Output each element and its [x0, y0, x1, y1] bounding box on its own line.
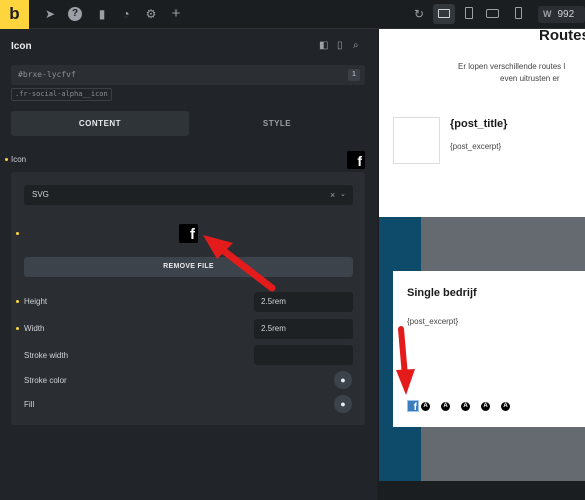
- width-value: 992: [557, 9, 575, 20]
- post-title[interactable]: {post_title}: [450, 118, 507, 130]
- social-facebook-icon[interactable]: f: [407, 400, 419, 413]
- modified-dot: [16, 300, 19, 303]
- tablet-icon[interactable]: [465, 7, 473, 19]
- width-label: W: [543, 9, 552, 19]
- pages-icon[interactable]: ▮: [95, 7, 109, 21]
- width-input[interactable]: W 992: [538, 6, 585, 23]
- fill-color-picker[interactable]: ●: [334, 395, 352, 413]
- modified-dot: [5, 158, 8, 161]
- panel-title: Icon: [11, 41, 32, 52]
- top-toolbar: b ➤ ? ▮ ◔ ⚙ + ↻ W 992: [0, 0, 585, 29]
- modified-dot: [16, 327, 19, 330]
- droplet-icon: ●: [340, 399, 346, 409]
- help-icon[interactable]: ?: [68, 7, 82, 21]
- droplet-icon: ●: [340, 375, 346, 385]
- id-count-badge: 1: [348, 69, 360, 81]
- mobile-icon[interactable]: [515, 7, 522, 19]
- facebook-svg-preview[interactable]: f: [179, 224, 198, 243]
- stroke-width-label: Stroke width: [24, 351, 69, 360]
- search-icon[interactable]: ⌕: [353, 40, 359, 51]
- landscape-icon[interactable]: [486, 9, 499, 18]
- tab-style[interactable]: STYLE: [189, 111, 365, 136]
- icon-control-label: Icon: [11, 155, 27, 164]
- desc-line-1: Er lopen verschillende routes l: [458, 62, 566, 71]
- remove-file-button[interactable]: REMOVE FILE: [24, 257, 353, 277]
- post-excerpt[interactable]: {post_excerpt}: [450, 142, 501, 151]
- history-icon[interactable]: ◔: [119, 7, 133, 21]
- icon-type-select[interactable]: SVG: [24, 185, 353, 205]
- social-icon[interactable]: A: [441, 402, 450, 411]
- social-icon[interactable]: A: [421, 402, 430, 411]
- width-label: Width: [24, 324, 45, 333]
- clear-icon[interactable]: ×: [330, 190, 335, 200]
- social-icon[interactable]: A: [501, 402, 510, 411]
- modified-dot: [16, 232, 19, 235]
- bricks-logo[interactable]: b: [0, 0, 29, 29]
- class-tag[interactable]: .fr-social-alpha__icon: [11, 88, 112, 101]
- plus-icon[interactable]: +: [169, 6, 183, 21]
- stroke-color-picker[interactable]: ●: [334, 371, 352, 389]
- desktop-icon: [438, 9, 450, 18]
- chevron-down-icon[interactable]: ⌄: [340, 190, 346, 198]
- settings-icon[interactable]: ⚙: [144, 7, 158, 21]
- cursor-icon[interactable]: ➤: [43, 7, 57, 21]
- card-title[interactable]: Single bedrijf: [407, 287, 477, 299]
- stroke-width-input[interactable]: [254, 345, 353, 365]
- tab-content[interactable]: CONTENT: [11, 111, 189, 136]
- facebook-icon[interactable]: f: [347, 151, 365, 169]
- height-input[interactable]: 2.5rem: [254, 292, 353, 312]
- height-label: Height: [24, 297, 48, 306]
- post-thumbnail[interactable]: [393, 117, 440, 164]
- social-icon[interactable]: A: [481, 402, 490, 411]
- undo-icon[interactable]: ↻: [412, 7, 426, 21]
- social-icon[interactable]: A: [461, 402, 470, 411]
- fill-label: Fill: [24, 400, 35, 409]
- stroke-color-label: Stroke color: [24, 376, 67, 385]
- preview-heading[interactable]: Routes: [539, 27, 585, 44]
- width-input[interactable]: 2.5rem: [254, 319, 353, 339]
- desktop-device-button[interactable]: [433, 4, 455, 24]
- card-excerpt[interactable]: {post_excerpt}: [407, 317, 458, 326]
- toggle-icon[interactable]: ◧: [319, 40, 328, 51]
- mouse-icon[interactable]: ▯: [337, 40, 343, 51]
- preview-bottom-bar: [379, 481, 585, 500]
- element-id-field[interactable]: #brxe-lycfvf: [11, 65, 365, 85]
- desc-line-2: even uitrusten er: [500, 74, 560, 83]
- preview-description[interactable]: Er lopen verschillende routes l even uit…: [458, 61, 565, 85]
